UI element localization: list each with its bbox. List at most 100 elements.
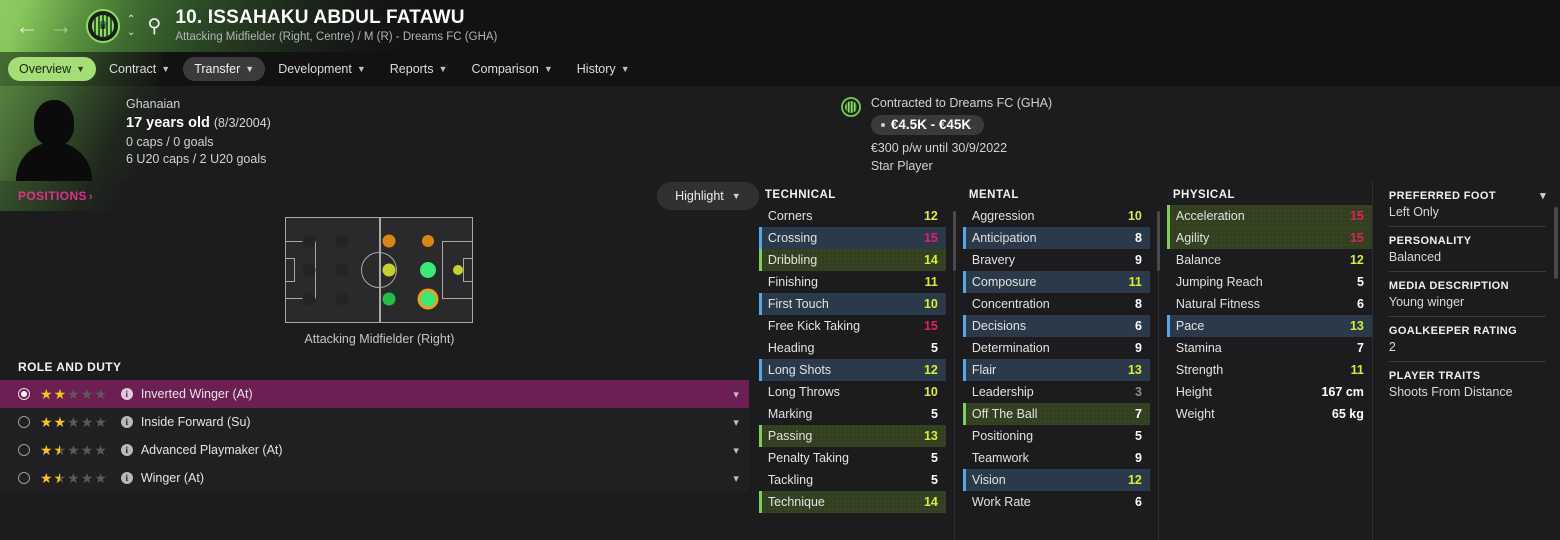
attribute-row[interactable]: Work Rate 6 [963, 491, 1150, 513]
attribute-row[interactable]: Concentration 8 [963, 293, 1150, 315]
attribute-row[interactable]: Dribbling 14 [758, 249, 946, 271]
role-row[interactable]: ★★★★★ i Winger (At) ▾ [0, 464, 749, 492]
attribute-name: Long Throws [767, 385, 840, 399]
back-icon[interactable]: ← [10, 9, 44, 43]
info-icon[interactable]: i [120, 416, 133, 428]
chevron-down-icon[interactable]: ▾ [733, 472, 739, 485]
attribute-row[interactable]: Anticipation 8 [962, 227, 1150, 249]
chevron-down-icon[interactable]: ▾ [733, 388, 739, 401]
tab-reports[interactable]: Reports ▼ [379, 57, 459, 81]
forward-icon[interactable]: → [44, 9, 78, 43]
role-row[interactable]: ★ ★ ★ ★ ★ i Inside Forward (Su) ▾ [0, 408, 749, 436]
attribute-row[interactable]: Corners 12 [759, 205, 946, 227]
spinner-up-icon[interactable]: ⌃ [127, 14, 135, 24]
attribute-row[interactable]: Leadership 3 [963, 381, 1150, 403]
pitch-position-dot[interactable] [382, 234, 396, 248]
role-row[interactable]: ★ ★ ★ ★ ★ i Inverted Winger (At) ▾ [0, 380, 749, 408]
pitch-position-dot[interactable] [382, 263, 396, 277]
pitch-graphic[interactable] [285, 217, 474, 323]
bio-nationality: Ghanaian [126, 97, 181, 111]
attribute-row[interactable]: Height 167 cm [1167, 381, 1372, 403]
attribute-row[interactable]: Decisions 6 [962, 315, 1150, 337]
role-label: Inverted Winger (At) [140, 387, 253, 401]
tab-contract[interactable]: Contract ▼ [98, 57, 181, 81]
tab-development[interactable]: Development ▼ [267, 57, 377, 81]
attribute-row[interactable]: Teamwork 9 [963, 447, 1150, 469]
attribute-row[interactable]: Bravery 9 [963, 249, 1150, 271]
attribute-row[interactable]: Positioning 5 [963, 425, 1150, 447]
attribute-name: Stamina [1175, 341, 1222, 355]
spinner-down-icon[interactable]: ⌄ [127, 27, 135, 37]
attribute-row[interactable]: Off The Ball 7 [962, 403, 1150, 425]
contract-wage: €300 p/w until 30/9/2022 [870, 141, 1008, 155]
attribute-row[interactable]: First Touch 10 [758, 293, 946, 315]
info-icon[interactable]: i [120, 472, 133, 484]
attribute-row[interactable]: Determination 9 [963, 337, 1150, 359]
attribute-row[interactable]: Weight 65 kg [1167, 403, 1372, 425]
chevron-down-icon[interactable]: ▾ [733, 416, 739, 429]
attribute-value: 8 [1134, 297, 1142, 311]
attribute-row[interactable]: Free Kick Taking 15 [759, 315, 946, 337]
attribute-row[interactable]: Penalty Taking 5 [759, 447, 946, 469]
value-badge[interactable]: €4.5K - €45K [870, 115, 985, 135]
attribute-row[interactable]: Balance 12 [1167, 249, 1372, 271]
attribute-row[interactable]: Pace 13 [1166, 315, 1372, 337]
tab-comparison[interactable]: Comparison ▼ [460, 57, 563, 81]
attribute-row[interactable]: Passing 13 [758, 425, 946, 447]
attribute-row[interactable]: Finishing 11 [759, 271, 946, 293]
pitch-position-dot[interactable] [419, 262, 436, 278]
highlight-dropdown[interactable]: Highlight ▼ [656, 182, 759, 210]
attribute-row[interactable]: Composure 11 [962, 271, 1150, 293]
club-badge-icon[interactable]: ♛ [86, 9, 120, 43]
attribute-row[interactable]: Acceleration 15 [1166, 205, 1372, 227]
role-and-duty-section: ROLE AND DUTY ★ ★ ★ ★ ★ i Inverted Winger (At)… [0, 360, 759, 492]
chevron-down-icon[interactable]: ▾ [733, 444, 739, 457]
role-radio-button[interactable] [18, 388, 30, 400]
attribute-row[interactable]: Stamina 7 [1167, 337, 1372, 359]
chevron-down-icon[interactable]: ▾ [1540, 189, 1546, 202]
attribute-row[interactable]: Natural Fitness 6 [1167, 293, 1372, 315]
tab-history[interactable]: History ▼ [566, 57, 641, 81]
pitch-position-dot[interactable] [421, 234, 434, 247]
role-radio-button[interactable] [18, 444, 30, 456]
pitch-position-dot-selected[interactable] [420, 291, 436, 307]
info-icon[interactable]: i [120, 388, 133, 400]
pitch-ghost-dot [302, 263, 316, 277]
attribute-row[interactable]: Flair 13 [962, 359, 1150, 381]
column-divider-1[interactable] [952, 211, 956, 540]
search-icon[interactable]: ⚲ [147, 15, 161, 38]
attribute-row[interactable]: Jumping Reach 5 [1167, 271, 1372, 293]
attribute-value: 13 [1349, 319, 1364, 333]
positions-header[interactable]: POSITIONS › [18, 181, 759, 211]
attributes-scrollbar[interactable] [1554, 207, 1558, 279]
attribute-row[interactable]: Vision 12 [962, 469, 1150, 491]
attribute-row[interactable]: Heading 5 [759, 337, 946, 359]
column-divider-2[interactable] [1156, 211, 1160, 540]
role-radio-button[interactable] [18, 472, 30, 484]
star-icon: ★ [54, 471, 67, 485]
attribute-value: 13 [1127, 363, 1142, 377]
player-spinner[interactable]: ⌃ ⌄ [127, 14, 135, 37]
role-star-rating: ★ ★ ★ ★ ★ [40, 471, 107, 485]
role-row[interactable]: ★★★★★iAdvanced Playmaker (At)▾ [0, 436, 749, 464]
attribute-row[interactable]: Marking 5 [759, 403, 946, 425]
attribute-row[interactable]: Tackling 5 [759, 469, 946, 491]
attribute-row[interactable]: Long Throws 10 [759, 381, 946, 403]
contract-club-badge-icon [840, 97, 861, 117]
attribute-row[interactable]: Strength 11 [1167, 359, 1372, 381]
role-radio-button[interactable] [18, 416, 30, 428]
bio-birthdate: (8/3/2004) [213, 116, 271, 130]
tab-overview[interactable]: Overview ▼ [8, 57, 97, 81]
attribute-row[interactable]: Technique 14 [758, 491, 946, 513]
tab-transfer[interactable]: Transfer ▼ [183, 57, 266, 81]
attribute-value: 6 [1134, 495, 1142, 509]
pitch-position-dot[interactable] [382, 292, 396, 306]
attribute-row[interactable]: Aggression 10 [963, 205, 1150, 227]
info-icon[interactable]: i [120, 444, 133, 456]
attribute-row[interactable]: Crossing 15 [758, 227, 946, 249]
attribute-row[interactable]: Agility 15 [1166, 227, 1372, 249]
chevron-down-icon: ▼ [731, 191, 741, 201]
pitch-position-dot[interactable] [452, 265, 463, 275]
attribute-row[interactable]: Long Shots 12 [758, 359, 946, 381]
role-label: Winger (At) [140, 471, 205, 485]
